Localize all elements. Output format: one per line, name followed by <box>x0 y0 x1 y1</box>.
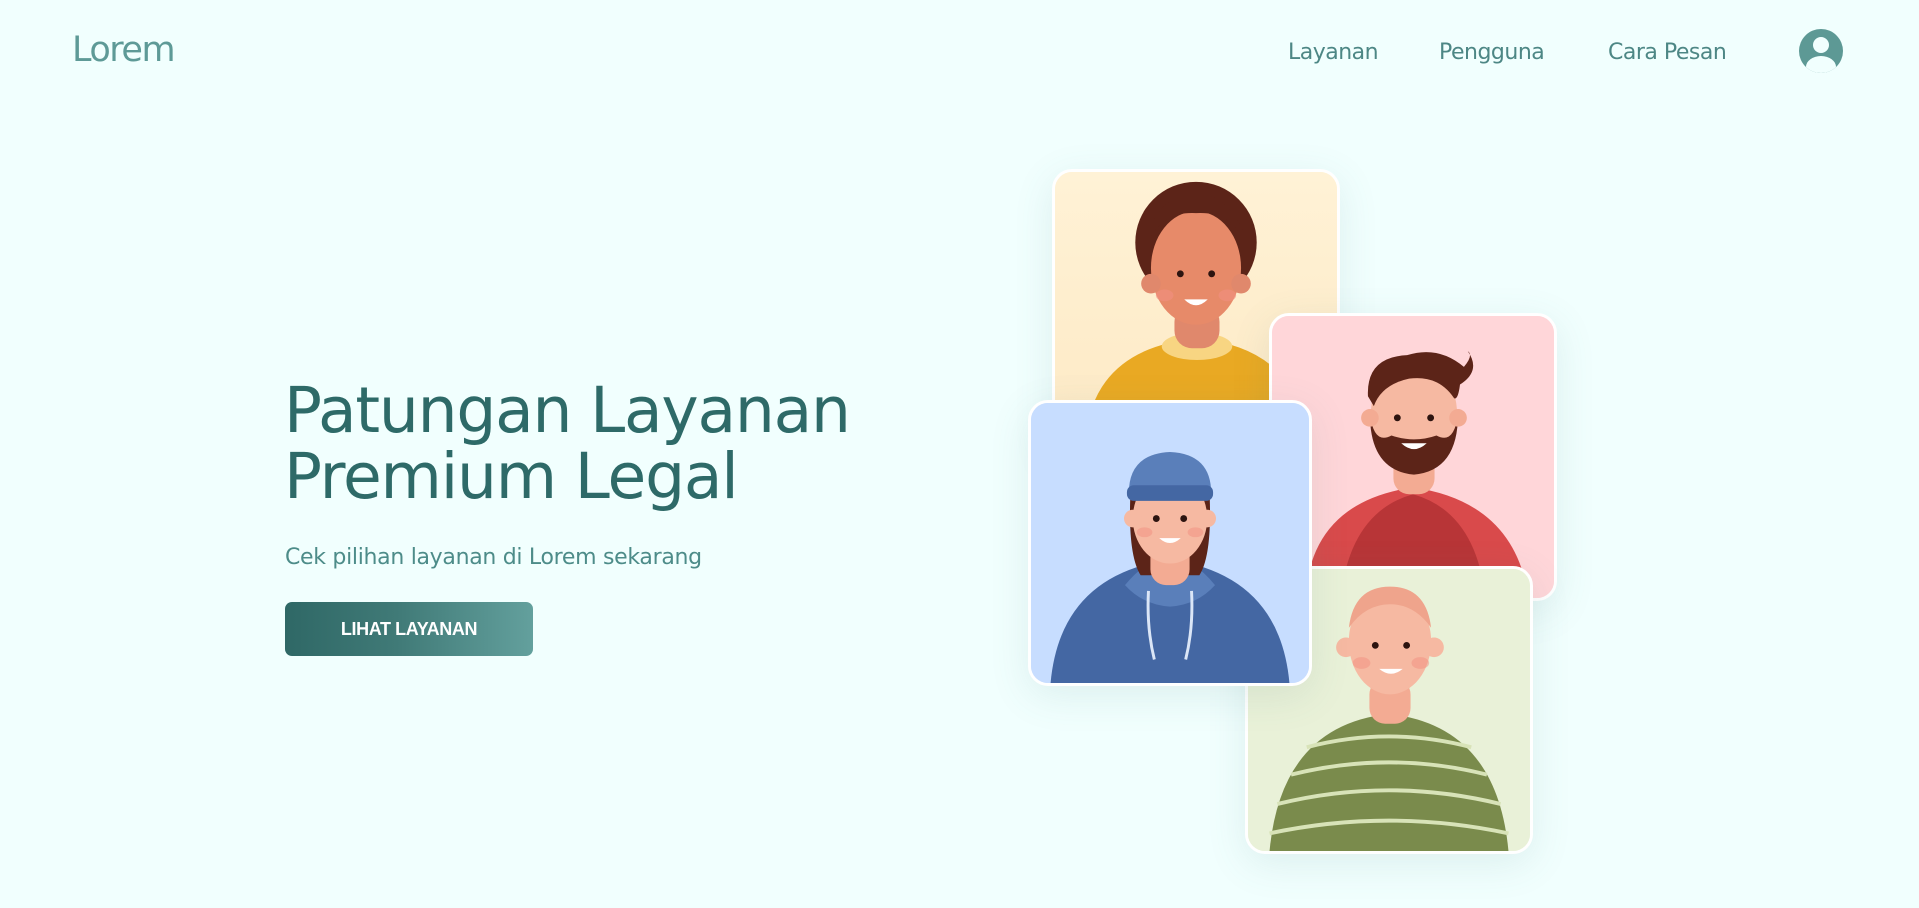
person-beanie-hoodie-illustration <box>1031 403 1309 683</box>
lihat-layanan-button[interactable]: LIHAT LAYANAN <box>285 602 533 656</box>
hero-title-line2: Premium Legal <box>284 440 739 513</box>
user-head-shape <box>1813 37 1829 53</box>
hero-subtitle: Cek pilihan layanan di Lorem sekarang <box>285 545 702 570</box>
navbar: Lorem Layanan Pengguna Cara Pesan <box>0 0 1919 100</box>
person-bearded-illustration <box>1272 316 1554 598</box>
user-body-shape <box>1806 56 1836 73</box>
nav-link-layanan[interactable]: Layanan <box>1288 40 1379 65</box>
nav-link-cara-pesan[interactable]: Cara Pesan <box>1608 40 1727 65</box>
hero-title-line1: Patungan Layanan <box>284 374 851 447</box>
logo[interactable]: Lorem <box>72 30 176 70</box>
blue-avatar-card <box>1028 400 1312 686</box>
nav-link-pengguna[interactable]: Pengguna <box>1439 40 1545 65</box>
pink-avatar-card <box>1269 313 1557 601</box>
user-profile-icon[interactable] <box>1799 29 1843 73</box>
hero-title: Patungan Layanan Premium Legal <box>284 378 1004 510</box>
